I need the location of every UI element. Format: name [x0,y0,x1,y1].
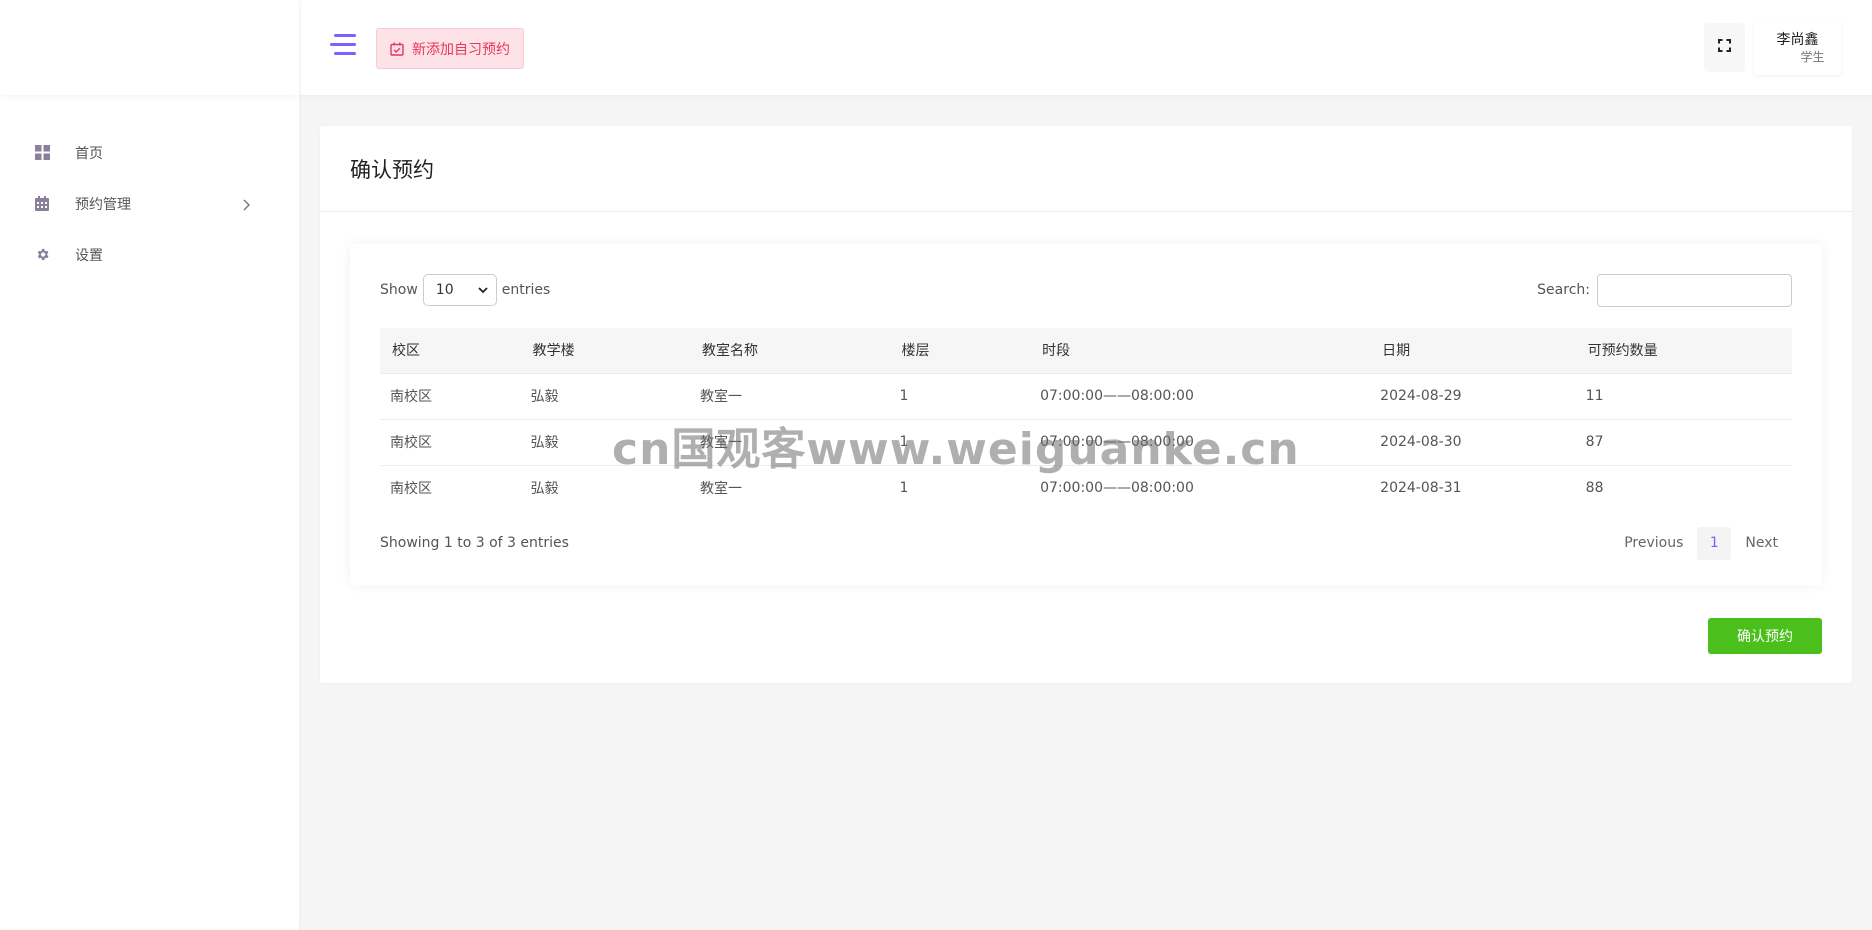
calendar-icon [34,196,50,212]
next-page-button[interactable]: Next [1731,535,1792,551]
search-label: Search: [1537,282,1590,298]
cell-campus: 南校区 [380,418,521,465]
sidebar-brand [0,0,299,95]
cell-available-count: 88 [1575,464,1792,511]
table-card: Show 10 entries Search: 校区 教学楼 教室名称 楼层 时段 日期可… [350,244,1822,586]
sidebar-item-label: 预约管理 [75,196,131,213]
user-profile[interactable]: 李尚鑫 学生 [1754,21,1841,75]
search-control: Search: [1537,273,1792,307]
confirm-reservation-button[interactable]: 确认预约 [1708,618,1822,654]
page-length-value: 10 [435,282,454,298]
cell-campus: 南校区 [380,372,521,419]
page-1-button[interactable]: 1 [1697,526,1732,560]
column-header-available-count[interactable]: 可预约数量 [1576,328,1792,373]
column-header-building[interactable]: 教学楼 [521,328,690,373]
cell-available-count: 87 [1575,418,1792,465]
add-reservation-button[interactable]: 新添加自习预约 [376,28,524,69]
column-header-time-slot[interactable]: 时段 [1030,328,1370,373]
page-length-control: Show 10 entries [380,274,550,306]
menu-toggle-icon[interactable] [330,34,358,62]
entries-label: entries [501,282,551,298]
search-input[interactable] [1597,273,1792,307]
cell-floor: 1 [889,372,1031,419]
cell-available-count: 11 [1575,372,1792,419]
sidebar-item-settings[interactable]: 设置 [0,229,299,280]
table-row[interactable]: 南校区 弘毅 教室一 1 07:00:00——08:00:00 2024-08-29 11 [380,372,1792,419]
column-header-date[interactable]: 日期 [1370,328,1575,373]
cell-building: 弘毅 [520,372,691,419]
dashboard-icon [34,145,50,161]
sidebar-item-home[interactable]: 首页 [0,127,299,178]
top-header: 新添加自习预约 李尚鑫 学生 [299,0,1872,95]
fullscreen-button[interactable] [1704,23,1745,72]
cell-date: 2024-08-31 [1370,464,1576,511]
table-footer: Showing 1 to 3 of 3 entries Previous 1 N… [380,526,1792,560]
user-name: 李尚鑫 [1776,32,1819,48]
previous-page-button[interactable]: Previous [1610,535,1697,551]
pagination: Previous 1 Next [1610,526,1792,560]
sidebar-item-label: 首页 [75,145,103,162]
show-label: Show [380,282,418,298]
cell-date: 2024-08-30 [1370,418,1576,465]
chevron-down-icon [478,282,488,298]
table-header-row: 校区 教学楼 教室名称 楼层 时段 日期 可预约数量 [380,328,1792,373]
column-header-classroom[interactable]: 教室名称 [690,328,889,373]
reservation-table: 校区 教学楼 教室名称 楼层 时段 日期 可预约数量 南校区 弘毅 教室一 1 07:00:00——… [380,328,1792,511]
watermark: cn国观客www.weiguanke.cn [612,424,1300,475]
column-header-campus[interactable]: 校区 [380,328,521,373]
confirm-reservation-card: 确认预约 Show 10 entries Search: 校区教学楼教室名称 [320,126,1852,683]
user-role: 学生 [1800,50,1825,64]
calendar-check-icon [390,42,404,56]
table-info: Showing 1 to 3 of 3 entries [380,535,569,551]
sidebar-menu: 首页 预约管理 设置 [0,95,299,280]
cell-date: 2024-08-29 [1370,372,1576,419]
cell-time-slot: 07:00:00——08:00:00 [1030,372,1371,419]
column-header-floor[interactable]: 楼层 [890,328,1031,373]
page-title: 确认预约 [350,157,434,182]
gear-icon [34,247,50,263]
cell-campus: 南校区 [380,464,521,511]
sidebar-item-reservations[interactable]: 预约管理 [0,178,299,229]
chevron-right-icon [243,199,253,210]
sidebar-item-label: 设置 [75,247,103,264]
sidebar: 首页 预约管理 设置 [0,0,299,930]
cell-classroom: 教室一 [690,372,890,419]
table-controls: Show 10 entries Search: [380,273,1792,307]
card-header: 确认预约 [320,126,1852,212]
add-reservation-label: 新添加自习预约 [412,41,510,58]
fullscreen-icon [1718,39,1731,56]
page-length-select[interactable]: 10 [422,274,497,306]
